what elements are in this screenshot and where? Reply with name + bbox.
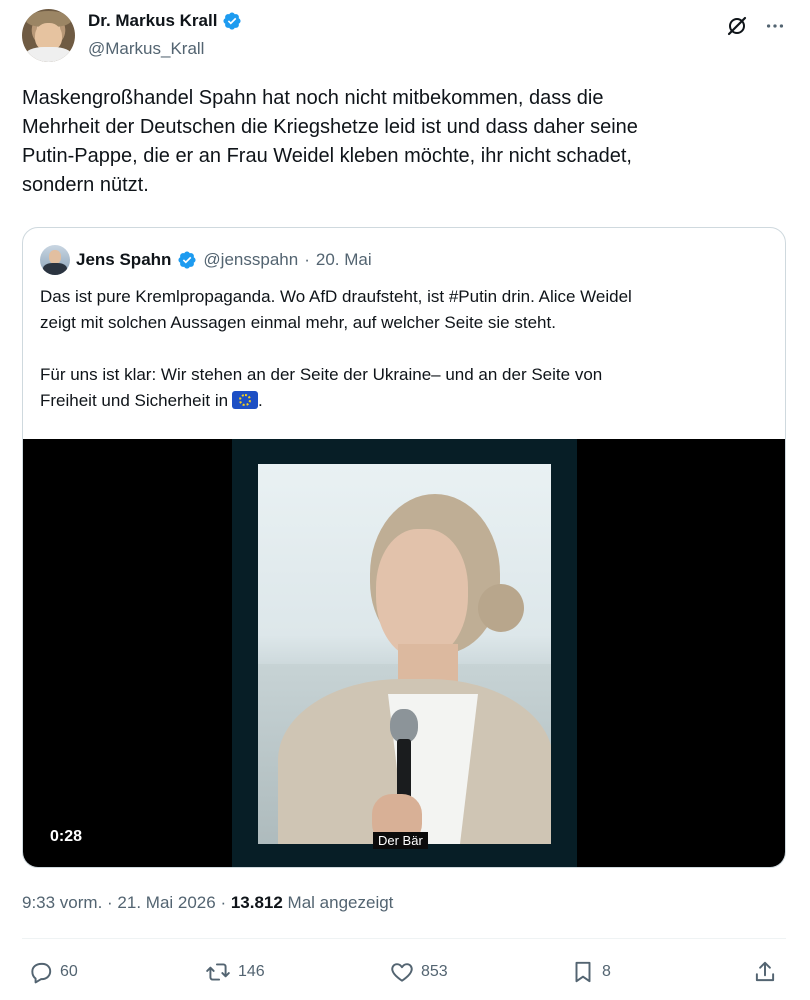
eu-flag-icon [232, 391, 259, 409]
bookmark-icon [575, 961, 591, 983]
like-count: 853 [421, 963, 448, 980]
verified-badge-icon [178, 251, 196, 269]
bookmark-button[interactable]: 8 [570, 952, 611, 992]
grok-icon [727, 16, 747, 36]
reply-icon [31, 962, 52, 984]
author-display-name[interactable]: Dr. Markus Krall [88, 11, 217, 31]
grok-button[interactable] [724, 13, 750, 39]
quote-text-line: zeigt mit solchen Aussagen einmal mehr, … [40, 313, 556, 332]
quote-text-line-last: Freiheit und Sicherheit in. [40, 388, 775, 414]
video-caption: Der Bär [373, 832, 428, 849]
tweet-header: Dr. Markus Krall @Markus_Krall [22, 9, 792, 65]
divider [22, 938, 786, 939]
view-count-label: Mal angezeigt [282, 893, 394, 912]
view-count[interactable]: 13.812 [231, 893, 283, 912]
retweet-count: 146 [238, 963, 265, 980]
more-icon [766, 24, 784, 28]
quote-text-line: Freiheit und Sicherheit in [40, 391, 229, 410]
like-icon [391, 963, 413, 982]
tweet-text-line: Mehrheit der Deutschen die Kriegshetze l… [22, 116, 638, 138]
quote-text-line: Das ist pure Kremlpropaganda. Wo AfD dra… [40, 287, 632, 306]
quoted-tweet[interactable]: Jens Spahn @jensspahn · 20. Mai Das ist … [22, 227, 786, 868]
retweet-button[interactable]: 146 [204, 952, 265, 992]
video-player[interactable]: Der Bär 0:28 [23, 439, 785, 867]
action-bar: 60 146 853 8 [22, 952, 786, 992]
retweet-icon [206, 963, 230, 981]
quote-date[interactable]: 20. Mai [316, 250, 372, 270]
quote-text-line: Für uns ist klar: Wir stehen an der Seit… [40, 365, 603, 384]
share-button[interactable] [752, 952, 778, 992]
video-still [258, 464, 551, 844]
video-duration: 0:28 [50, 828, 83, 845]
quote-text-period: . [258, 391, 263, 410]
quote-author-handle[interactable]: @jensspahn [203, 250, 298, 270]
reply-count: 60 [60, 963, 78, 980]
meta-separator: · [102, 893, 118, 912]
tweet-text: Maskengroßhandel Spahn hat noch nicht mi… [22, 84, 782, 200]
like-button[interactable]: 853 [389, 952, 448, 992]
tweet-time[interactable]: 9:33 vorm. [22, 893, 102, 912]
tweet-date[interactable]: 21. Mai 2026 [117, 893, 215, 912]
author-handle[interactable]: @Markus_Krall [88, 39, 204, 59]
video-content: Der Bär [232, 439, 577, 867]
quote-header: Jens Spahn @jensspahn · 20. Mai [40, 245, 372, 275]
tweet-meta: 9:33 vorm. · 21. Mai 2026 · 13.812 Mal a… [22, 893, 393, 913]
tweet-text-line: sondern nützt. [22, 174, 149, 196]
verified-badge-icon [223, 12, 241, 30]
tweet-text-line: Putin-Pappe, die er an Frau Weidel klebe… [22, 145, 632, 167]
author-avatar[interactable] [22, 9, 75, 62]
reply-button[interactable]: 60 [28, 952, 78, 992]
share-icon [755, 961, 775, 982]
quote-text: Das ist pure Kremlpropaganda. Wo AfD dra… [40, 284, 775, 414]
tweet-text-line: Maskengroßhandel Spahn hat noch nicht mi… [22, 87, 604, 109]
quote-author-avatar[interactable] [40, 245, 70, 275]
quote-separator: · [304, 250, 310, 269]
more-button[interactable] [762, 13, 788, 39]
author-name-row: Dr. Markus Krall [88, 11, 242, 31]
bookmark-count: 8 [602, 963, 611, 980]
quote-author-name[interactable]: Jens Spahn [76, 250, 171, 270]
meta-separator: · [215, 893, 231, 912]
